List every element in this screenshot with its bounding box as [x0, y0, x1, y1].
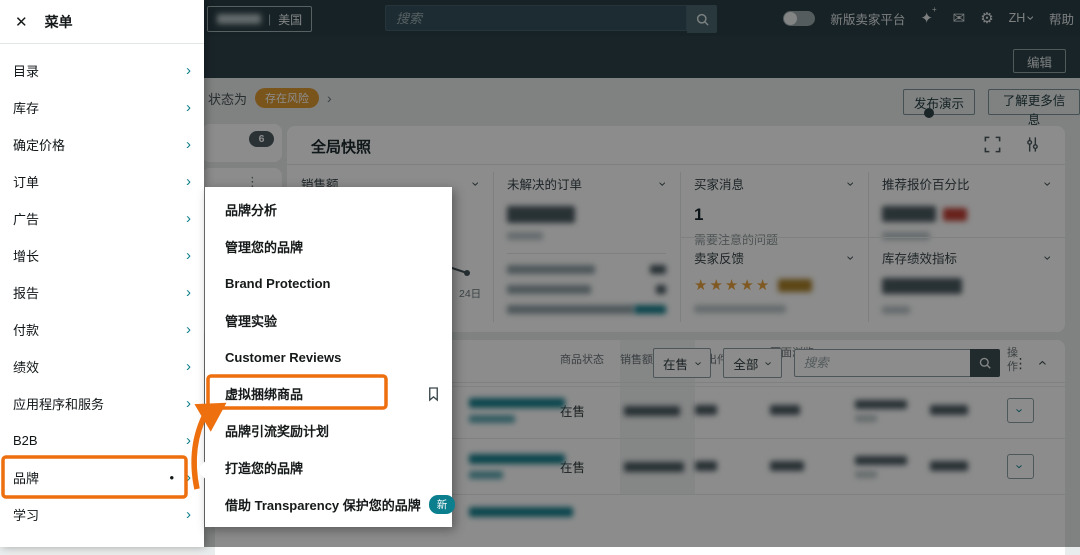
sidebar-item-learn[interactable]: 学习› — [0, 496, 204, 533]
sidebar-item-growth[interactable]: 增长› — [0, 237, 204, 274]
chevron-right-icon: › — [186, 136, 191, 153]
chevron-right-icon: › — [186, 247, 191, 264]
chevron-right-icon: › — [186, 395, 191, 412]
sidebar-item-payments[interactable]: 付款› — [0, 311, 204, 348]
submenu-item-build-your-brand[interactable]: 打造您的品牌 — [205, 449, 452, 486]
brands-submenu-panel: 品牌分析 管理您的品牌 Brand Protection 管理实验 Custom… — [205, 187, 452, 527]
submenu-item-virtual-bundles[interactable]: 虚拟捆绑商品 — [205, 375, 452, 412]
submenu-item-manage-experiments[interactable]: 管理实验 — [205, 302, 452, 339]
sidebar-item-catalog[interactable]: 目录› — [0, 52, 204, 89]
sidebar-item-orders[interactable]: 订单› — [0, 163, 204, 200]
submenu-item-transparency[interactable]: 借助 Transparency 保护您的品牌 新 — [205, 486, 452, 523]
chevron-right-icon: › — [186, 432, 191, 449]
chevron-right-icon: › — [186, 284, 191, 301]
menu-title: 菜单 — [45, 12, 73, 32]
submenu-item-customer-reviews[interactable]: Customer Reviews — [205, 339, 452, 376]
sidebar-item-inventory[interactable]: 库存› — [0, 89, 204, 126]
sidebar-item-performance[interactable]: 绩效› — [0, 348, 204, 385]
new-badge: 新 — [429, 495, 456, 514]
chevron-right-icon: › — [186, 506, 191, 523]
sidebar-item-b2b[interactable]: B2B› — [0, 422, 204, 459]
sidebar-item-brands[interactable]: 品牌•› — [0, 459, 204, 496]
sidebar-item-advertising[interactable]: 广告› — [0, 200, 204, 237]
bookmark-icon[interactable] — [427, 386, 440, 401]
sidebar-item-pricing[interactable]: 确定价格› — [0, 126, 204, 163]
chevron-right-icon: › — [186, 321, 191, 338]
chevron-right-icon: › — [186, 358, 191, 375]
chevron-right-icon: › — [186, 62, 191, 79]
sidebar-item-reports[interactable]: 报告› — [0, 274, 204, 311]
chevron-right-icon: › — [186, 99, 191, 116]
chevron-right-icon: › — [186, 469, 191, 486]
submenu-item-brand-analytics[interactable]: 品牌分析 — [205, 191, 452, 228]
submenu-item-brand-protection[interactable]: Brand Protection — [205, 265, 452, 302]
close-icon[interactable]: ✕ — [15, 13, 28, 31]
chevron-right-icon: › — [186, 210, 191, 227]
sidebar-item-apps-services[interactable]: 应用程序和服务› — [0, 385, 204, 422]
main-menu-panel: ✕ 菜单 目录› 库存› 确定价格› 订单› 广告› 增长› 报告› 付款› 绩… — [0, 0, 204, 547]
active-bullet-icon: • — [169, 470, 174, 485]
submenu-item-manage-your-brand[interactable]: 管理您的品牌 — [205, 228, 452, 265]
submenu-item-brand-referral-bonus[interactable]: 品牌引流奖励计划 — [205, 412, 452, 449]
chevron-right-icon: › — [186, 173, 191, 190]
